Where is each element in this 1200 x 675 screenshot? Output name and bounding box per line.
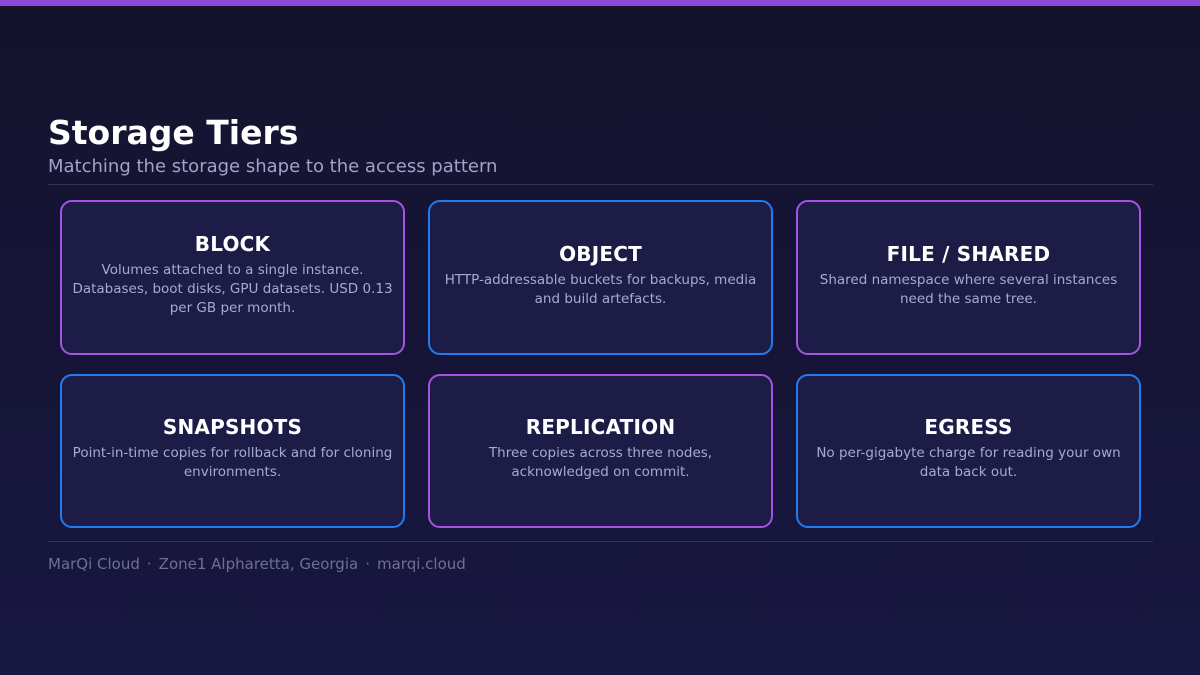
page-title: Storage Tiers	[48, 113, 299, 152]
tier-card-description: Point-in-time copies for rollback and fo…	[72, 445, 393, 480]
tier-card-title: REPLICATION	[525, 415, 676, 439]
tier-card-replication: REPLICATION Three copies across three no…	[428, 374, 773, 528]
tier-card-title: FILE / SHARED	[886, 241, 1051, 266]
tier-card-description: Three copies across three nodes, acknowl…	[488, 445, 713, 480]
tier-card-title: BLOCK	[194, 232, 271, 256]
tier-card-description: Shared namespace where several instances…	[819, 271, 1118, 307]
tier-card-snapshots: SNAPSHOTS Point-in-time copies for rollb…	[60, 374, 405, 528]
tier-card-block: BLOCK Volumes attached to a single insta…	[60, 200, 405, 355]
footer-separator: ·	[146, 555, 152, 573]
footer-brand: MarQi Cloud	[48, 555, 140, 573]
tier-card-title: SNAPSHOTS	[162, 415, 303, 439]
tier-card-description: HTTP-addressable buckets for backups, me…	[444, 271, 757, 307]
top-accent-bar	[0, 0, 1200, 6]
tier-card-title: OBJECT	[559, 241, 642, 266]
footer: MarQi Cloud · Zone1 Alpharetta, Georgia · ma…	[48, 553, 466, 575]
footer-location: Zone1 Alpharetta, Georgia	[158, 555, 359, 573]
tier-card-file-shared: FILE / SHARED Shared namespace where sev…	[796, 200, 1141, 355]
footer-separator: ·	[365, 555, 370, 573]
footer-site: marqi.cloud	[376, 555, 466, 573]
storage-tier-grid: BLOCK Volumes attached to a single insta…	[60, 200, 1141, 528]
tier-card-object: OBJECT HTTP-addressable buckets for back…	[428, 200, 773, 355]
tier-card-egress: EGRESS No per-gigabyte charge for readin…	[796, 374, 1141, 528]
tier-card-description: Volumes attached to a single instance. D…	[72, 262, 393, 316]
tier-card-description: No per-gigabyte charge for reading your …	[816, 445, 1121, 480]
header-divider	[48, 184, 1153, 185]
tier-card-title: EGRESS	[924, 415, 1013, 439]
footer-divider	[48, 541, 1153, 542]
page-subtitle: Matching the storage shape to the access…	[48, 156, 498, 177]
